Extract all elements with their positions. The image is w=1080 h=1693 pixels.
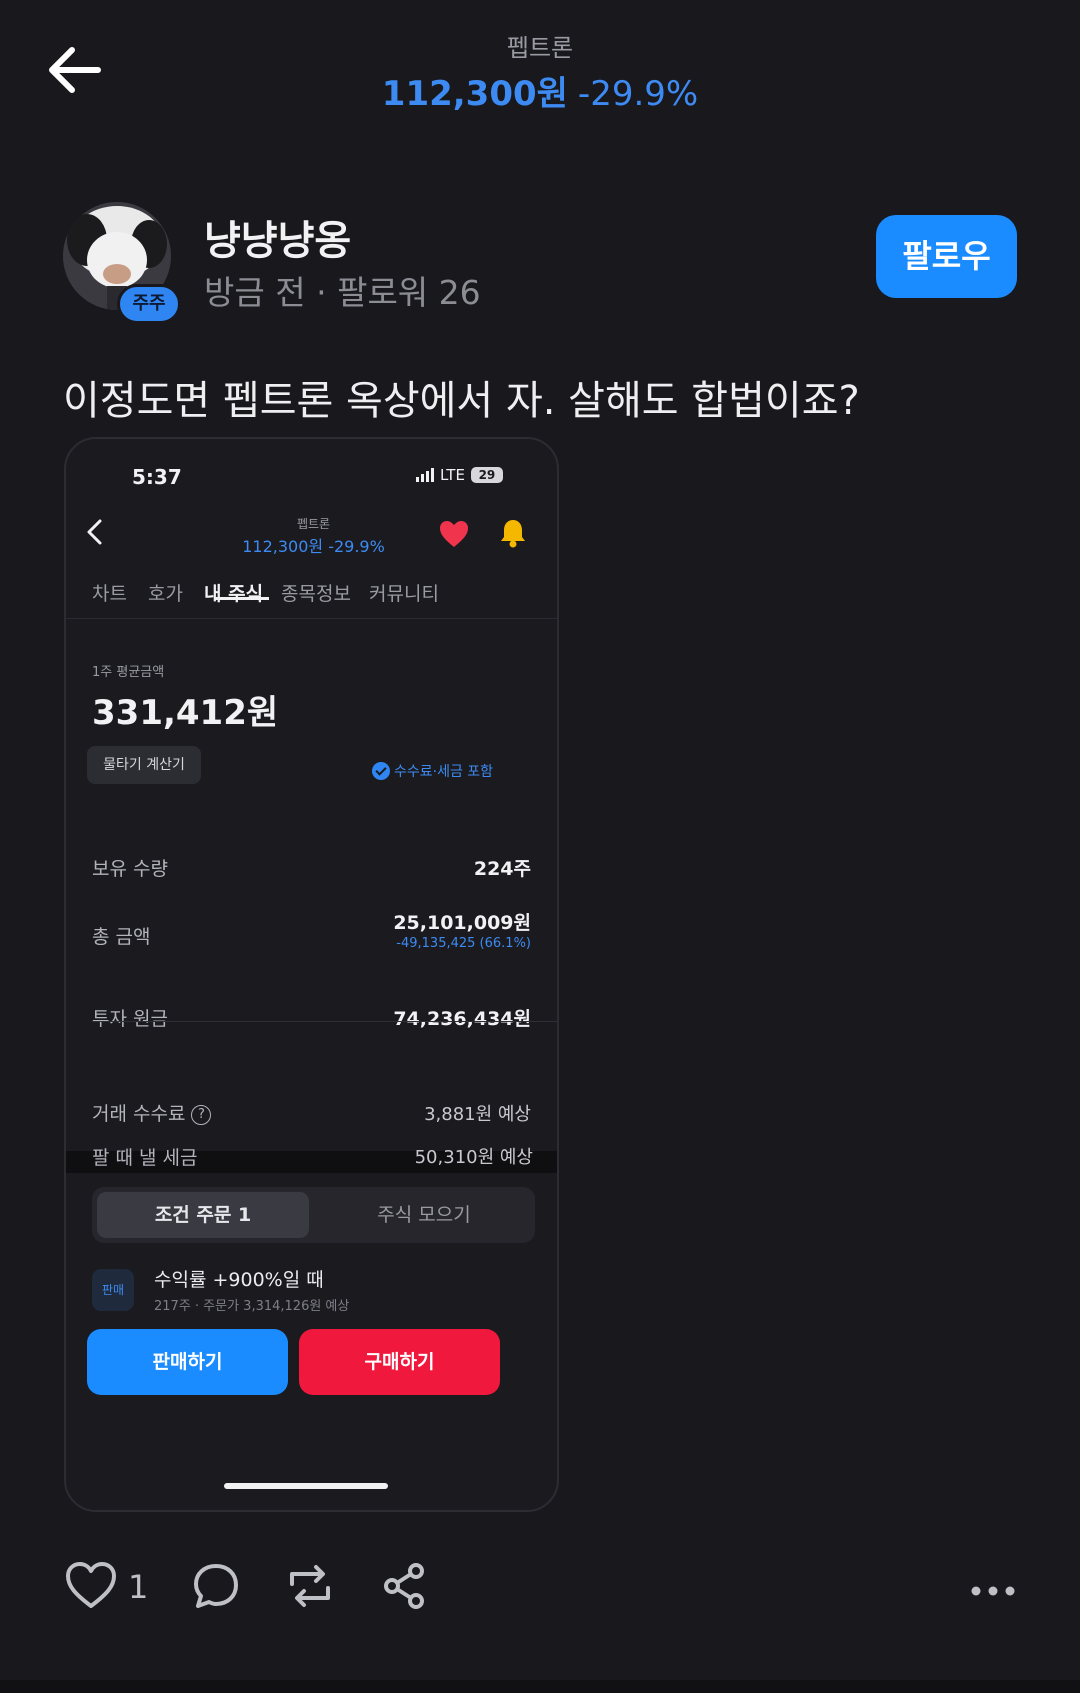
tab-stock-info: 종목정보 <box>281 583 351 605</box>
trade-fee-label: 거래 수수료? <box>92 1099 212 1126</box>
check-icon <box>372 762 390 780</box>
tax-value: 50,310원 예상 <box>414 1147 533 1168</box>
avg-price-value: 331,412원 <box>92 693 279 733</box>
total-amount-change: -49,135,425 (66.1%) <box>396 936 531 951</box>
screenshot-price: 112,300원 <box>242 537 324 556</box>
shareholder-badge: 주주 <box>117 284 181 324</box>
screenshot-stock-name: 펩트론 <box>296 517 331 531</box>
network-label: LTE <box>440 466 465 484</box>
active-tab-indicator <box>214 597 269 600</box>
follow-button[interactable]: 팔로우 <box>876 215 1017 298</box>
attached-screenshot[interactable]: 5:37 LTE 29 펩트론 112,300원 -29.9% 차트 호가 내 … <box>64 437 559 1512</box>
avatar[interactable]: 주주 <box>63 202 181 324</box>
avg-price-label: 1주 평균금액 <box>92 665 165 680</box>
like-count: 1 <box>128 1568 149 1606</box>
battery-icon: 29 <box>470 467 503 483</box>
home-indicator <box>224 1483 388 1489</box>
tab-community: 커뮤니티 <box>369 583 439 605</box>
tab-chart: 차트 <box>92 583 127 605</box>
comment-icon[interactable] <box>191 1560 241 1612</box>
repost-icon[interactable] <box>282 1560 338 1612</box>
screenshot-tabs: 차트 호가 내 주식 종목정보 커뮤니티 <box>66 569 557 619</box>
author-meta: 방금 전 · 팔로워 26 <box>204 266 481 314</box>
status-indicators: LTE 29 <box>416 466 503 484</box>
buy-button: 구매하기 <box>299 1329 500 1395</box>
trade-fee-value: 3,881원 예상 <box>424 1104 531 1125</box>
post-text: 이정도면 펩트론 옥상에서 자. 살해도 합법이죠? <box>63 378 860 424</box>
follower-count: 팔로워 26 <box>337 273 481 312</box>
sell-button: 판매하기 <box>87 1329 288 1395</box>
stock-price-line: 112,300원 -29.9% <box>0 66 1080 115</box>
trade-fee-label-text: 거래 수수료 <box>92 1103 186 1125</box>
info-icon: ? <box>191 1105 212 1125</box>
order-type-tag: 판매 <box>92 1269 134 1311</box>
segment-stock-accumulate: 주식 모으기 <box>377 1204 471 1226</box>
share-icon[interactable] <box>380 1560 430 1612</box>
author-name[interactable]: 냥냥냥옹 <box>204 208 351 266</box>
principal-value: 74,236,434원 <box>393 1008 531 1030</box>
divider <box>92 1021 557 1022</box>
more-icon[interactable] <box>968 1580 1018 1602</box>
top-header: 펩트론 112,300원 -29.9% <box>0 0 1080 120</box>
order-title: 수익률 +900%일 때 <box>154 1269 324 1291</box>
stock-price: 112,300원 <box>381 74 568 114</box>
screenshot-price-line: 112,300원 -29.9% <box>66 533 557 557</box>
heart-icon <box>438 519 470 549</box>
quantity-label: 보유 수량 <box>92 858 168 880</box>
stock-change: -29.9% <box>577 74 699 114</box>
signal-icon <box>416 468 434 482</box>
total-amount-label: 총 금액 <box>92 926 151 948</box>
tab-orderbook: 호가 <box>148 583 183 605</box>
status-time: 5:37 <box>132 465 182 489</box>
segment-conditional-order: 조건 주문 1 <box>97 1192 309 1238</box>
bottom-strip <box>0 1680 1080 1693</box>
order-segment-control: 조건 주문 1 주식 모으기 <box>92 1187 535 1243</box>
bell-icon <box>498 517 528 549</box>
stock-name: 펩트론 <box>506 34 574 62</box>
fee-included-note: 수수료·세금 포함 <box>372 761 493 781</box>
total-amount-value: 25,101,009원 <box>393 912 531 934</box>
tab-my-stock: 내 주식 <box>204 583 264 605</box>
order-subtitle: 217주 · 주문가 3,314,126원 예상 <box>154 1299 350 1314</box>
post-time: 방금 전 <box>204 273 306 312</box>
screenshot-change: -29.9% <box>328 537 385 556</box>
like-button[interactable] <box>63 1560 119 1612</box>
meta-separator: · <box>316 273 327 312</box>
quantity-value: 224주 <box>473 858 531 880</box>
fee-note-text: 수수료·세금 포함 <box>394 764 494 780</box>
principal-label: 투자 원금 <box>92 1008 168 1030</box>
averaging-calculator-button: 물타기 계산기 <box>87 746 201 784</box>
